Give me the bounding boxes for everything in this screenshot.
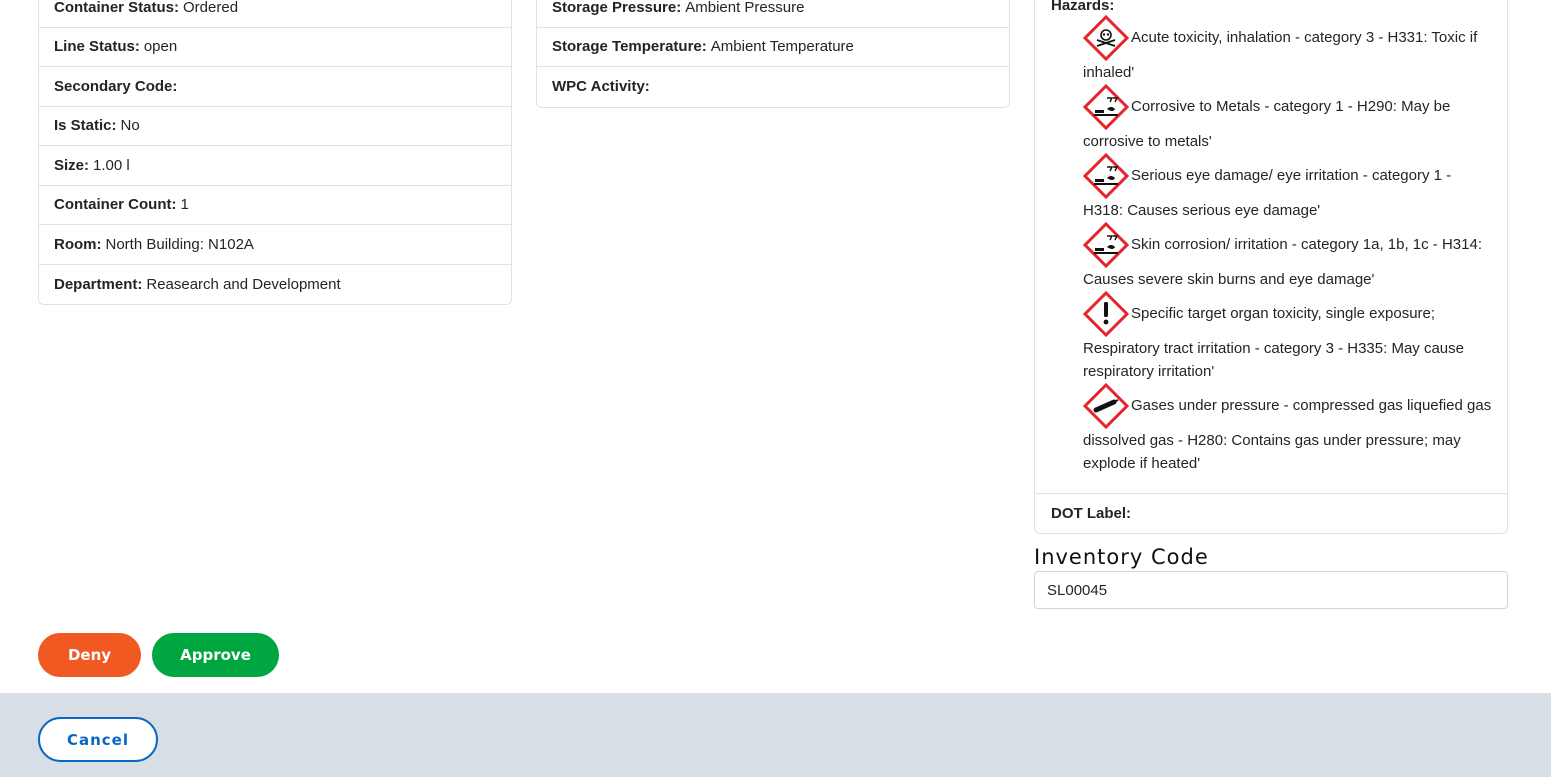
hazard-item: Gases under pressure - compressed gas li… bbox=[1083, 383, 1492, 475]
storage-detail-row: Storage Temperature: Ambient Temperature bbox=[537, 28, 1009, 67]
hazards-title: Hazards: bbox=[1051, 0, 1115, 14]
dot-label-label: DOT Label: bbox=[1051, 505, 1132, 522]
detail-row: Is Static: No bbox=[39, 107, 511, 146]
detail-label: Container Count: bbox=[54, 196, 177, 214]
detail-label: Container Status: bbox=[54, 0, 180, 16]
storage-detail-label: WPC Activity: bbox=[552, 78, 650, 96]
storage-detail-label: Storage Pressure: bbox=[552, 0, 682, 16]
deny-button[interactable]: Deny bbox=[38, 633, 141, 677]
footer-bar: Cancel bbox=[0, 693, 1551, 777]
detail-value: open bbox=[143, 38, 178, 56]
detail-row: Size: 1.00 l bbox=[39, 146, 511, 186]
storage-detail-label: Storage Temperature: bbox=[552, 38, 707, 56]
container-details-card: Container Status: Ordered Line Status: open… bbox=[38, 0, 512, 305]
detail-label: Room: bbox=[54, 235, 102, 253]
inventory-code-input[interactable] bbox=[1034, 571, 1508, 609]
dot-label-row: DOT Label: bbox=[1035, 494, 1507, 533]
storage-details-card: Storage Pressure: Ambient Pressure Storage… bbox=[536, 0, 1010, 108]
detail-value: 1 bbox=[180, 196, 189, 214]
hazard-text: Skin corrosion/ irritation - category 1a… bbox=[1083, 235, 1482, 288]
detail-label: Line Status: bbox=[54, 38, 140, 56]
detail-row: Line Status: open bbox=[39, 28, 511, 67]
hazard-text: Corrosive to Metals - category 1 - H290:… bbox=[1083, 97, 1451, 150]
storage-detail-value: Ambient Pressure bbox=[685, 0, 805, 16]
detail-value: Ordered bbox=[183, 0, 239, 16]
detail-row: Container Status: Ordered bbox=[39, 0, 511, 28]
detail-label: Secondary Code: bbox=[54, 77, 178, 95]
hazard-list: Acute toxicity, inhalation - category 3 … bbox=[1051, 15, 1492, 475]
storage-detail-value: Ambient Temperature bbox=[710, 38, 854, 56]
hazards-card: Hazards: Acute toxicity, inhalation - ca… bbox=[1034, 0, 1508, 534]
hazard-item: Skin corrosion/ irritation - category 1a… bbox=[1083, 222, 1492, 291]
hazard-item: Acute toxicity, inhalation - category 3 … bbox=[1083, 15, 1492, 84]
corrosion-icon bbox=[1083, 222, 1129, 268]
hazard-text: Acute toxicity, inhalation - category 3 … bbox=[1083, 28, 1478, 81]
detail-label: Size: bbox=[54, 156, 90, 174]
cancel-button[interactable]: Cancel bbox=[38, 717, 158, 762]
hazard-text: Specific target organ toxicity, single e… bbox=[1083, 304, 1464, 380]
hazard-text: Gases under pressure - compressed gas li… bbox=[1083, 396, 1492, 472]
exclamation-mark-icon bbox=[1083, 291, 1129, 337]
detail-value: North Building: N102A bbox=[105, 235, 254, 253]
hazard-text: Serious eye damage/ eye irritation - cat… bbox=[1083, 166, 1452, 219]
detail-row: Secondary Code: bbox=[39, 67, 511, 107]
hazards-section: Hazards: Acute toxicity, inhalation - ca… bbox=[1035, 0, 1507, 494]
storage-detail-row: Storage Pressure: Ambient Pressure bbox=[537, 0, 1009, 28]
detail-value: No bbox=[120, 117, 140, 135]
hazard-item: Corrosive to Metals - category 1 - H290:… bbox=[1083, 84, 1492, 153]
hazard-item: Specific target organ toxicity, single e… bbox=[1083, 291, 1492, 383]
storage-detail-row: WPC Activity: bbox=[537, 67, 1009, 107]
corrosion-icon bbox=[1083, 84, 1129, 130]
detail-label: Is Static: bbox=[54, 117, 117, 135]
detail-value: Reasearch and Development bbox=[146, 275, 341, 293]
detail-value: 1.00 l bbox=[93, 156, 130, 174]
hazard-item: Serious eye damage/ eye irritation - cat… bbox=[1083, 153, 1492, 222]
detail-row: Container Count: 1 bbox=[39, 186, 511, 225]
detail-row: Department: Reasearch and Development bbox=[39, 265, 511, 305]
detail-row: Room: North Building: N102A bbox=[39, 225, 511, 265]
approve-button[interactable]: Approve bbox=[152, 633, 279, 677]
skull-crossbones-icon bbox=[1083, 15, 1129, 61]
corrosion-icon bbox=[1083, 153, 1129, 199]
detail-label: Department: bbox=[54, 275, 143, 293]
gas-cylinder-icon bbox=[1083, 383, 1129, 429]
inventory-code-label: Inventory Code bbox=[1034, 545, 1209, 569]
